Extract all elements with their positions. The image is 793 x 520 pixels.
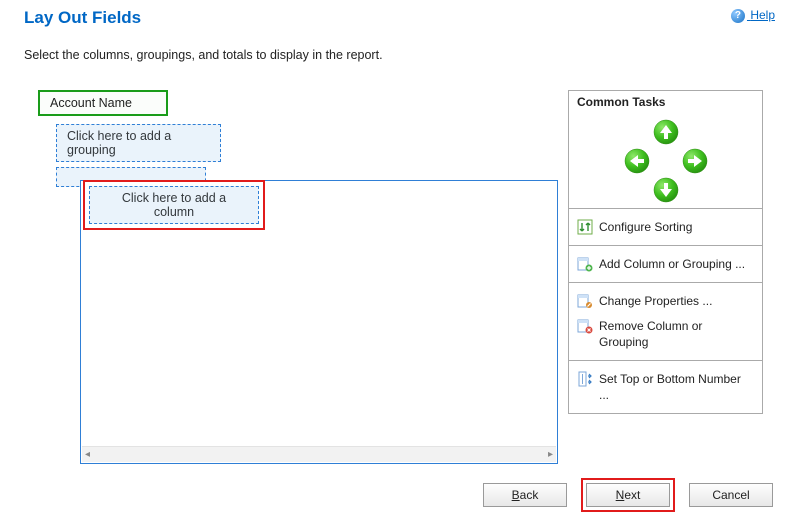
add-column-icon xyxy=(577,256,593,272)
properties-icon xyxy=(577,293,593,309)
back-button[interactable]: Back xyxy=(483,483,567,507)
help-link[interactable]: ? Help xyxy=(731,8,775,23)
move-right-button[interactable] xyxy=(682,148,708,174)
help-icon: ? xyxy=(731,9,745,23)
add-column-highlight: Click here to add a column xyxy=(83,180,265,230)
scroll-right-icon[interactable]: ▸ xyxy=(548,449,553,460)
scroll-left-icon[interactable]: ◂ xyxy=(85,449,90,460)
next-button-highlight: Next xyxy=(581,478,675,512)
change-properties-label: Change Properties ... xyxy=(599,293,712,309)
page-title: Lay Out Fields xyxy=(0,0,793,28)
next-button[interactable]: Next xyxy=(586,483,670,507)
set-top-bottom-label: Set Top or Bottom Number ... xyxy=(599,371,754,403)
remove-column-grouping-task[interactable]: Remove Column or Grouping xyxy=(575,314,756,354)
add-column-grouping-task[interactable]: Add Column or Grouping ... xyxy=(575,252,756,276)
add-column-placeholder[interactable]: Click here to add a column xyxy=(89,186,259,224)
configure-sorting-task[interactable]: Configure Sorting xyxy=(575,215,756,239)
change-properties-task[interactable]: Change Properties ... xyxy=(575,289,756,313)
account-name-field[interactable]: Account Name xyxy=(38,90,168,116)
configure-sorting-label: Configure Sorting xyxy=(599,219,692,235)
remove-column-icon xyxy=(577,318,593,334)
common-tasks-panel: Common Tasks Configure Sorting xyxy=(568,90,763,414)
top-bottom-icon xyxy=(577,371,593,387)
add-grouping-placeholder[interactable]: Click here to add a grouping xyxy=(56,124,221,162)
add-column-grouping-label: Add Column or Grouping ... xyxy=(599,256,745,272)
cancel-button[interactable]: Cancel xyxy=(689,483,773,507)
horizontal-scrollbar[interactable]: ◂ ▸ xyxy=(82,446,556,462)
move-left-button[interactable] xyxy=(624,148,650,174)
remove-column-grouping-label: Remove Column or Grouping xyxy=(599,318,754,350)
move-up-button[interactable] xyxy=(653,119,679,145)
move-down-button[interactable] xyxy=(653,177,679,203)
help-label: Help xyxy=(750,8,775,22)
columns-canvas: Click here to add a column ◂ ▸ xyxy=(80,180,558,464)
set-top-bottom-task[interactable]: Set Top or Bottom Number ... xyxy=(575,367,756,407)
sort-icon xyxy=(577,219,593,235)
instruction-text: Select the columns, groupings, and total… xyxy=(0,28,793,62)
common-tasks-title: Common Tasks xyxy=(569,91,762,113)
